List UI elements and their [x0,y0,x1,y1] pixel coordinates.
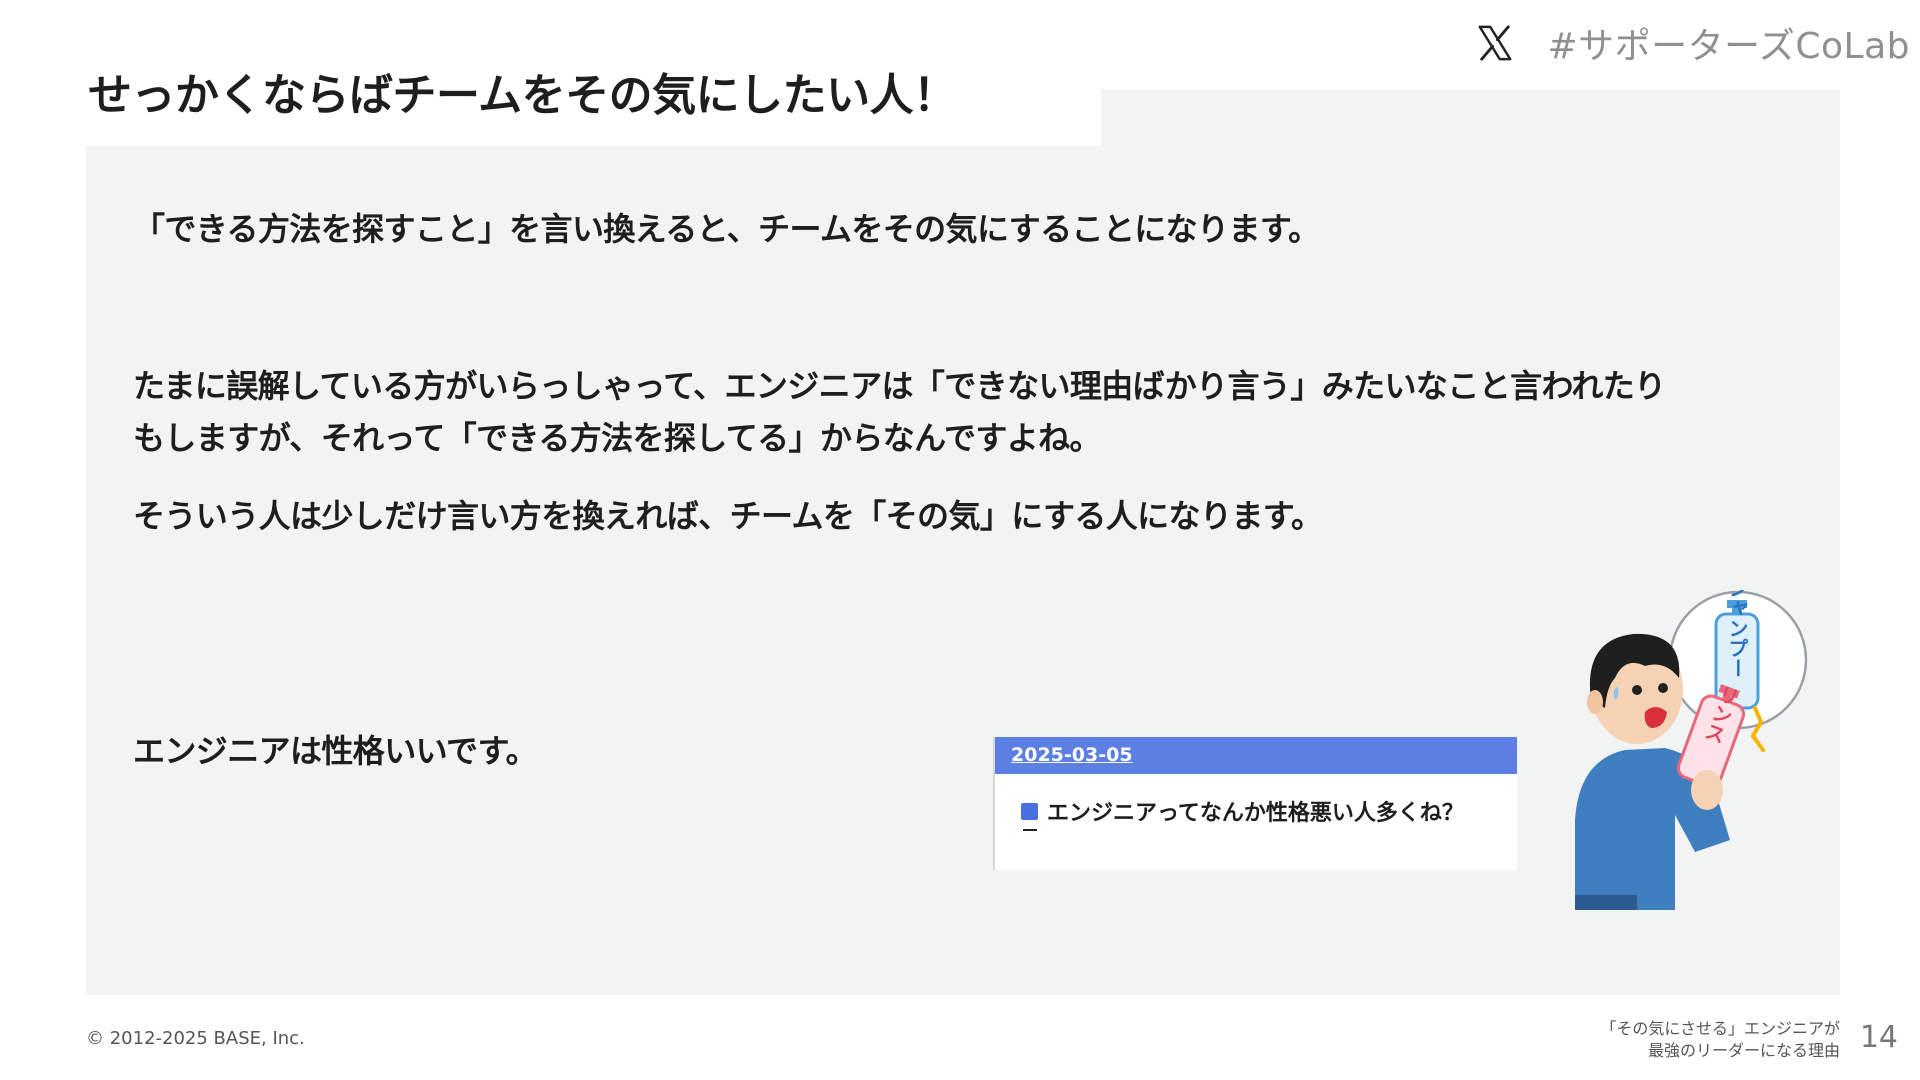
hashtag-area: #サポーターズCoLab [1476,18,1911,68]
x-logo-icon [1478,25,1511,61]
paragraph-1: 「できる方法を探すこと」を言い換えると、チームをその気にすることになります。 [133,210,1320,248]
slide-title: せっかくならばチームをその気にしたい人！ [88,70,957,121]
deck-subtitle-line-2: 最強のリーダーになる理由 [1647,1041,1840,1060]
hashtag-label: #サポーターズCoLab [1547,26,1910,67]
deck-subtitle-line-1: 「その気にさせる」エンジニアが [1600,1019,1840,1038]
shampoo-label: シャンプー [1725,590,1749,678]
quote-card-date: 2025-03-05 [1011,744,1133,766]
paragraph-2-line-1: たまに誤解している方がいらっしゃって、エンジニアは「できない理由ばかり言う」みた… [133,367,1666,405]
paragraph-2-line-2: もしますが、それって「できる方法を探してる」からなんですよね。 [133,419,1102,457]
deck-subtitle: 「その気にさせる」エンジニアが 最強のリーダーになる理由 [1600,1018,1840,1062]
text-cursor [1023,829,1037,831]
square-bullet-icon [1021,802,1038,820]
quote-card-text: エンジニアってなんか性格悪い人多くね？ [1047,801,1464,826]
confused-man-illustration: シャンプー リンス [1575,590,1808,910]
paragraph-3: そういう人は少しだけ言い方を換えれば、チームを「その気」にする人になります。 [133,497,1323,535]
paragraph-2: たまに誤解している方がいらっしゃって、エンジニアは「できない理由ばかり言う」みた… [133,360,1666,464]
copyright: © 2012-2025 BASE, Inc. [86,1028,305,1049]
slide: せっかくならばチームをその気にしたい人！ #サポーターズCoLab 「できる方法… [0,0,1920,1080]
quote-card-body: エンジニアってなんか性格悪い人多くね？ [1021,795,1464,827]
paragraph-4: エンジニアは性格いいです。 [133,732,538,770]
page-number: 14 [1859,1020,1898,1055]
quote-card: 2025-03-05 エンジニアってなんか性格悪い人多くね？ [993,737,1517,870]
quote-card-header: 2025-03-05 [995,737,1517,774]
